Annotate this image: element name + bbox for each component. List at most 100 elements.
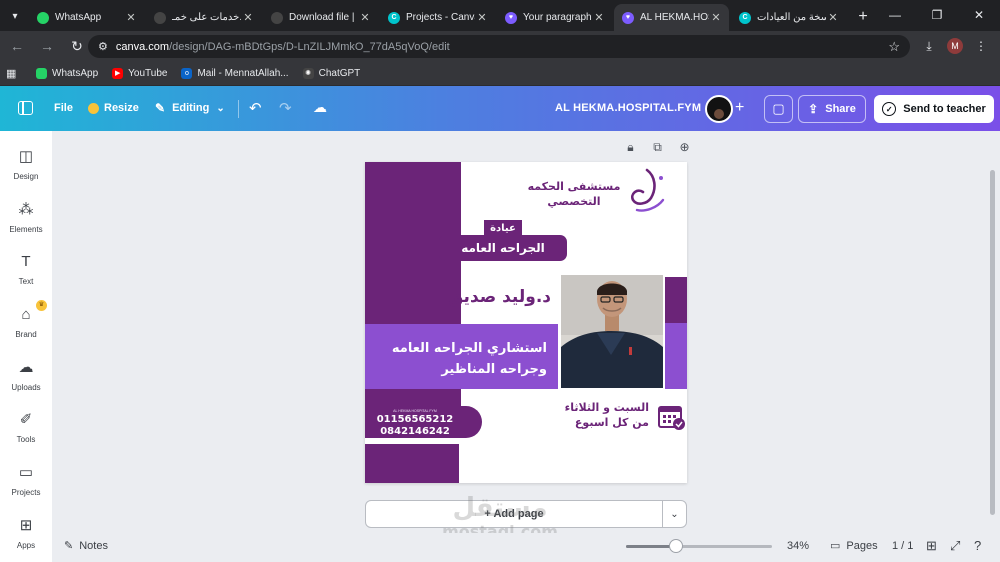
pages-label: Pages (846, 539, 878, 552)
days-line2: من كل اسبوع (574, 416, 649, 429)
download-icon[interactable]: ⤓ (916, 35, 942, 57)
sidebar-item-tools[interactable]: ✐ Tools (0, 411, 52, 444)
tab-close-icon[interactable]: ✕ (592, 11, 606, 24)
lock-icon[interactable]: 🔒︎ (617, 140, 644, 155)
bookmark-label: YouTube (128, 67, 168, 79)
grid-view-icon[interactable]: ⊞ (926, 538, 937, 554)
doctor-photo[interactable] (561, 275, 663, 388)
tab-close-icon[interactable]: ✕ (124, 11, 138, 24)
bookmark-youtube[interactable]: ▶ YouTube (112, 67, 168, 79)
bookmark-mail[interactable]: o Mail - MennatAllah... (181, 67, 289, 79)
back-icon[interactable]: ← (4, 33, 30, 59)
window-controls: — ❐ ✕ (874, 0, 1000, 30)
zoom-slider-thumb[interactable] (668, 539, 683, 553)
clinic-name[interactable]: الجراحه العامه (439, 235, 567, 261)
bookmark-label: ChatGPT (318, 67, 361, 79)
notes-button[interactable]: ✎ Notes (64, 539, 108, 553)
file-menu-button[interactable]: File (54, 102, 73, 114)
sidebar-item-brand[interactable]: ⌂ ♛ Brand (0, 300, 52, 339)
bookmark-whatsapp[interactable]: WhatsApp (36, 67, 98, 79)
add-collaborator-icon[interactable]: + (735, 99, 744, 117)
calendar-icon[interactable] (657, 402, 687, 432)
resize-button[interactable]: Resize (88, 102, 139, 114)
sidebar-item-label: Uploads (11, 383, 41, 392)
hospital-name[interactable]: مستشفى الحكمه التخصصي (515, 179, 633, 209)
tab-close-icon[interactable]: ✕ (826, 11, 840, 24)
tab-close-icon[interactable]: ✕ (358, 11, 372, 24)
duplicate-page-icon[interactable]: ⧉ (644, 140, 671, 155)
pages-button[interactable]: ▭ Pages (830, 539, 878, 553)
site-info-icon[interactable]: ⚙ (98, 40, 108, 53)
browser-tab[interactable]: C Projects - Canva ✕ (380, 4, 495, 31)
menu-kebab-icon[interactable]: ⋮ (968, 35, 994, 57)
page-toolbar: 🔒︎ ⧉ ⊕ (617, 140, 698, 155)
close-window-icon[interactable]: ✕ (958, 0, 1000, 30)
tab-search-icon[interactable]: ▾ (6, 7, 24, 25)
address-bar[interactable]: ⚙ canva.com/design/DAG-mBDtGps/D-LnZILJM… (88, 35, 910, 58)
sidebar-item-projects[interactable]: ▭ Projects (0, 464, 52, 497)
tab-close-icon[interactable]: ✕ (709, 11, 723, 24)
globe-icon (271, 11, 283, 24)
minimize-icon[interactable]: — (874, 0, 916, 30)
tab-close-icon[interactable]: ✕ (241, 11, 255, 24)
url-text: canva.com/design/DAG-mBDtGps/D-LnZILJMmk… (115, 40, 450, 53)
browser-tab-active[interactable]: ♥ AL HEKMA.HOSP... ✕ (614, 4, 729, 31)
share-upload-icon: ⇪ (808, 102, 819, 116)
undo-icon[interactable]: ↶ (249, 99, 262, 117)
workspace-scrollbar[interactable] (990, 170, 995, 515)
doctor-specialty[interactable]: استشاري الجراحه العامه وجراحه المناظير (371, 338, 547, 380)
browser-tab[interactable]: ♥ Your paragraph ✕ (497, 4, 612, 31)
share-button[interactable]: ⇪ Share (798, 95, 866, 123)
doctor-name[interactable]: د.وليد صديق (417, 287, 551, 307)
add-page-options-button[interactable]: ⌄ (662, 500, 687, 528)
restore-icon[interactable]: ❐ (916, 0, 958, 30)
browser-tab[interactable]: C نسخة من العيادات ✕ (731, 4, 846, 31)
canva-header: File Resize ✎ Editing ⌄ ↶ ↷ ☁ AL HEKMA.H… (0, 86, 1000, 131)
fullscreen-icon[interactable]: ⤢ (950, 538, 960, 554)
sidebar-item-uploads[interactable]: ☁ Uploads (0, 359, 52, 392)
sidebar-item-design[interactable]: ◫ Design (0, 148, 52, 181)
notes-icon: ✎ (64, 540, 74, 552)
bookmark-heart-icon: ♥ (622, 11, 634, 24)
new-tab-icon[interactable]: + (852, 6, 874, 28)
hospital-name-line2: التخصصي (547, 195, 601, 208)
comments-button[interactable]: ▢ (764, 95, 793, 123)
sidebar-item-text[interactable]: T Text (0, 253, 52, 286)
cloud-saved-icon[interactable]: ☁ (313, 99, 327, 116)
browser-tab[interactable]: Download file | ... ✕ (263, 4, 378, 31)
design-title[interactable]: AL HEKMA.HOSPITAL.FYM (555, 102, 701, 114)
clinic-days[interactable]: السبت و الثلاثاء من كل اسبوع (557, 400, 649, 430)
right-bar-top[interactable] (665, 277, 687, 323)
tab-close-icon[interactable]: ✕ (475, 11, 489, 24)
browser-tab[interactable]: WhatsApp ✕ (29, 4, 144, 31)
user-avatar[interactable] (705, 95, 733, 123)
tab-title: Projects - Canva (406, 12, 475, 23)
reload-icon[interactable]: ↻ (64, 33, 90, 59)
phone-pill[interactable]: AL HEKMA HOSPITAL FYM 01156565212 084214… (365, 406, 482, 438)
hospital-logo[interactable] (627, 166, 669, 216)
send-to-teacher-button[interactable]: ✓ Send to teacher (874, 95, 994, 123)
bookmark-star-icon[interactable]: ☆ (888, 39, 900, 55)
zoom-level[interactable]: 34% (787, 540, 809, 552)
forward-icon[interactable]: → (34, 33, 60, 59)
help-icon[interactable]: ? (974, 538, 981, 553)
browser-tab[interactable]: خدمات على خمـ... ✕ (146, 4, 261, 31)
purple-bar-bottom[interactable] (365, 444, 459, 483)
sidebar-item-apps[interactable]: ⊞ Apps (0, 517, 52, 550)
sidebar-item-elements[interactable]: ⁂ Elements (0, 201, 52, 234)
notes-label: Notes (79, 539, 108, 552)
redo-icon[interactable]: ↷ (279, 99, 292, 117)
bookmark-chatgpt[interactable]: ✺ ChatGPT (302, 67, 361, 79)
profile-avatar[interactable]: M (947, 38, 963, 54)
right-bar-bottom[interactable] (665, 323, 687, 389)
add-page-button[interactable]: + Add page (365, 500, 663, 528)
header-divider (238, 100, 239, 118)
zoom-slider[interactable] (626, 545, 772, 548)
apps-grid-icon[interactable]: ▦ (6, 67, 20, 80)
sidebar-toggle-icon[interactable] (18, 101, 33, 115)
sidebar-item-label: Projects (11, 488, 41, 497)
design-page[interactable]: مستشفى الحكمه التخصصي عيادة الجراحه العا… (365, 162, 687, 483)
openai-icon (154, 11, 166, 24)
add-page-icon[interactable]: ⊕ (671, 140, 698, 155)
editing-mode-button[interactable]: ✎ Editing ⌄ (155, 101, 225, 115)
